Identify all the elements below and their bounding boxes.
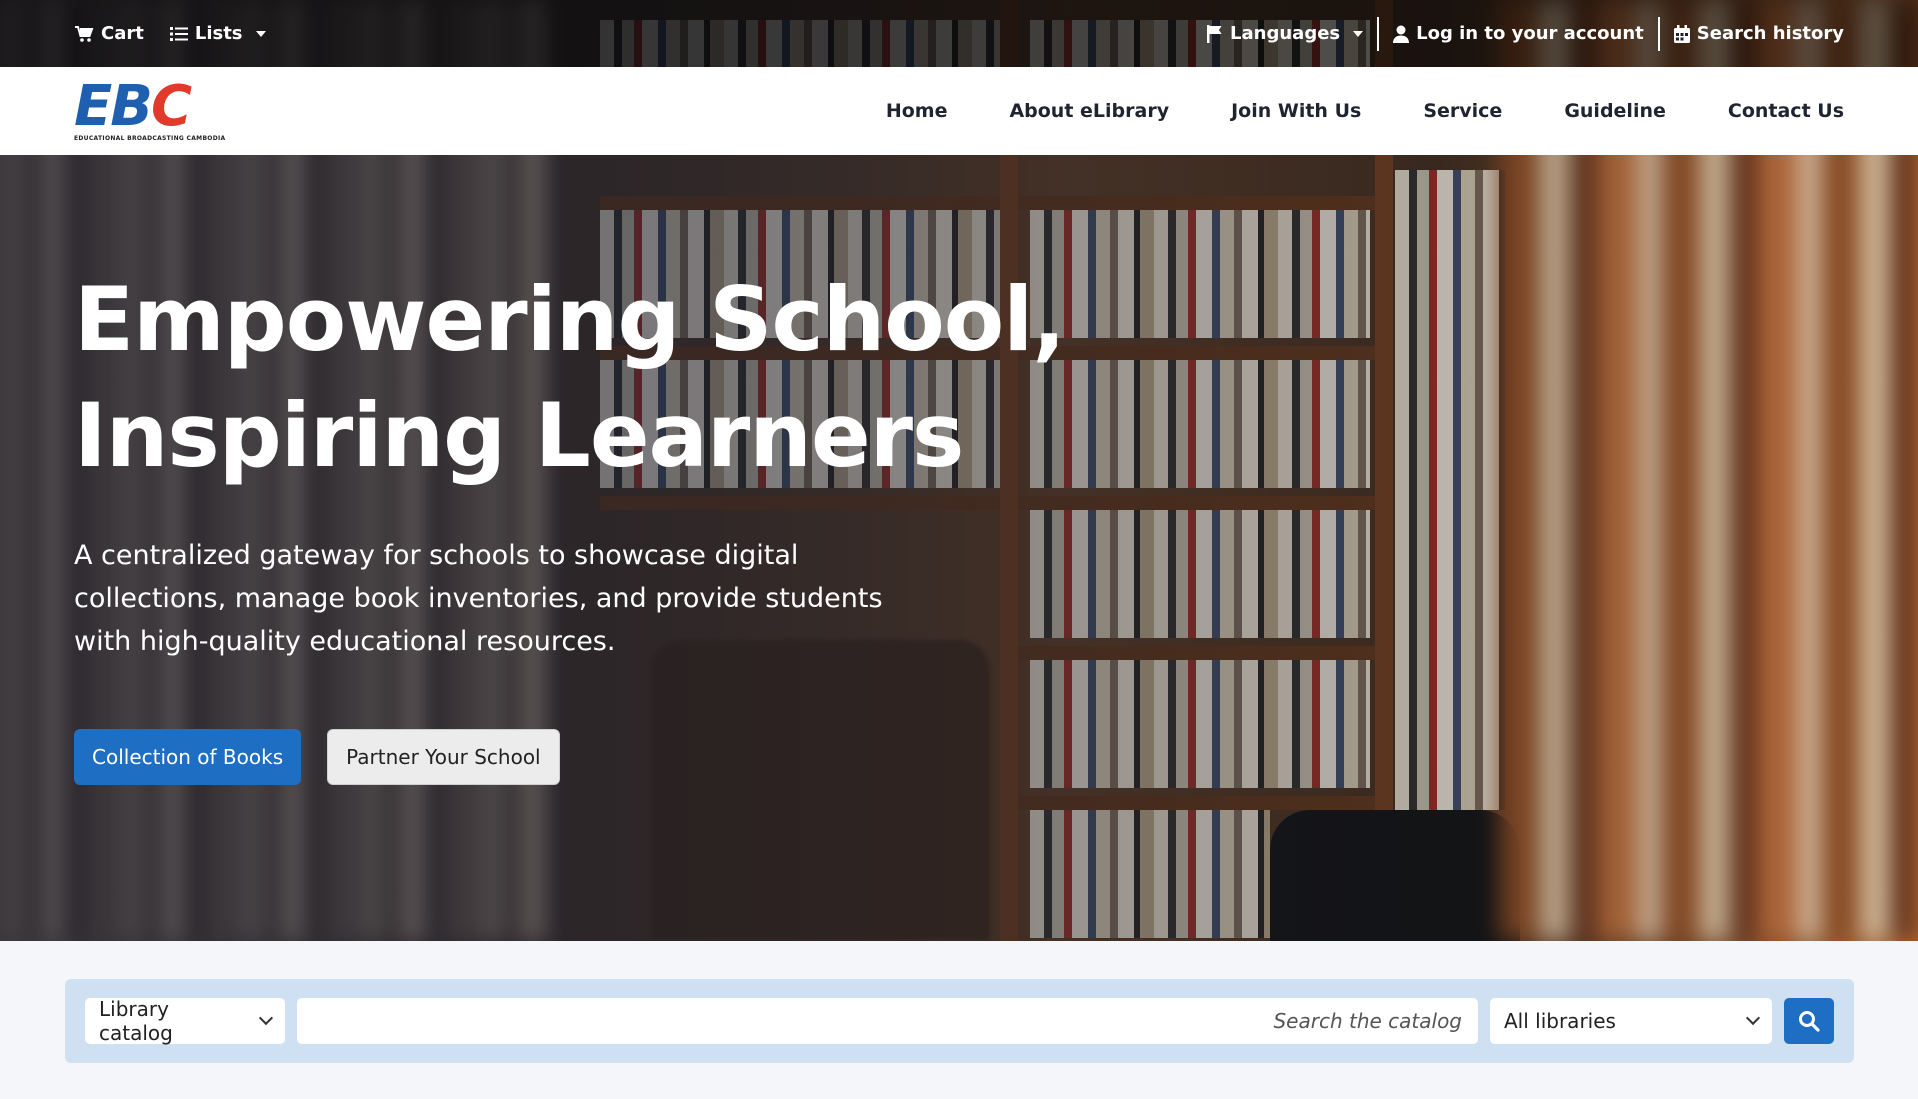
hero-section: Empowering School, Inspiring Learners A … xyxy=(74,262,1074,785)
login-link[interactable]: Log in to your account xyxy=(1393,23,1644,44)
search-history-label: Search history xyxy=(1696,23,1844,44)
chevron-down-icon xyxy=(259,1011,274,1025)
library-value: All libraries xyxy=(1504,1009,1616,1033)
nav-contact-us[interactable]: Contact Us xyxy=(1728,100,1844,122)
lists-dropdown[interactable]: Lists xyxy=(169,23,266,44)
hero-buttons: Collection of Books Partner Your School xyxy=(74,729,1074,785)
search-type-select[interactable]: Library catalog xyxy=(85,997,285,1045)
hero-title: Empowering School, Inspiring Learners xyxy=(74,268,1066,487)
search-input[interactable] xyxy=(297,998,1478,1044)
lists-label: Lists xyxy=(194,23,243,44)
chevron-down-icon xyxy=(1353,30,1364,37)
logo-mark: EBC xyxy=(74,73,192,139)
nav-home[interactable]: Home xyxy=(886,100,948,122)
cart-link[interactable]: Cart xyxy=(74,23,144,44)
flag-icon xyxy=(1207,24,1222,43)
ebc-logo[interactable]: EBC EDUCATIONAL BROADCASTING CAMBODIA xyxy=(74,73,226,142)
search-type-value: Library catalog xyxy=(99,997,173,1045)
login-label: Log in to your account xyxy=(1416,23,1644,44)
library-select[interactable]: All libraries xyxy=(1490,998,1772,1044)
catalog-search-bar: Library catalog All libraries xyxy=(65,979,1854,1063)
divider xyxy=(1657,16,1660,51)
cart-label: Cart xyxy=(101,23,144,44)
hero-description: A centralized gateway for schools to sho… xyxy=(74,540,883,657)
cart-icon xyxy=(75,25,94,42)
utility-bar: Cart Lists Languages Log in to your acco… xyxy=(0,0,1918,67)
nav-join-with-us[interactable]: Join With Us xyxy=(1231,100,1361,122)
divider xyxy=(1377,16,1380,51)
languages-label: Languages xyxy=(1230,23,1341,44)
chevron-down-icon xyxy=(255,30,266,37)
user-icon xyxy=(1393,25,1410,43)
nav-links: Home About eLibrary Join With Us Service… xyxy=(886,100,1844,122)
nav-guideline[interactable]: Guideline xyxy=(1564,100,1666,122)
search-button[interactable] xyxy=(1784,998,1834,1044)
calendar-icon xyxy=(1673,24,1690,43)
nav-service[interactable]: Service xyxy=(1423,100,1502,122)
search-section: Library catalog All libraries xyxy=(0,941,1918,1099)
search-history-link[interactable]: Search history xyxy=(1673,23,1844,44)
list-icon xyxy=(169,26,188,41)
languages-dropdown[interactable]: Languages xyxy=(1207,23,1364,44)
partner-your-school-button[interactable]: Partner Your School xyxy=(327,729,560,785)
search-icon xyxy=(1799,1011,1820,1032)
collection-of-books-button[interactable]: Collection of Books xyxy=(74,729,302,785)
logo-subtitle: EDUCATIONAL BROADCASTING CAMBODIA xyxy=(74,134,226,142)
chevron-down-icon xyxy=(1745,1010,1761,1026)
nav-about-elibrary[interactable]: About eLibrary xyxy=(1009,100,1169,122)
main-navbar: EBC EDUCATIONAL BROADCASTING CAMBODIA Ho… xyxy=(0,67,1918,155)
